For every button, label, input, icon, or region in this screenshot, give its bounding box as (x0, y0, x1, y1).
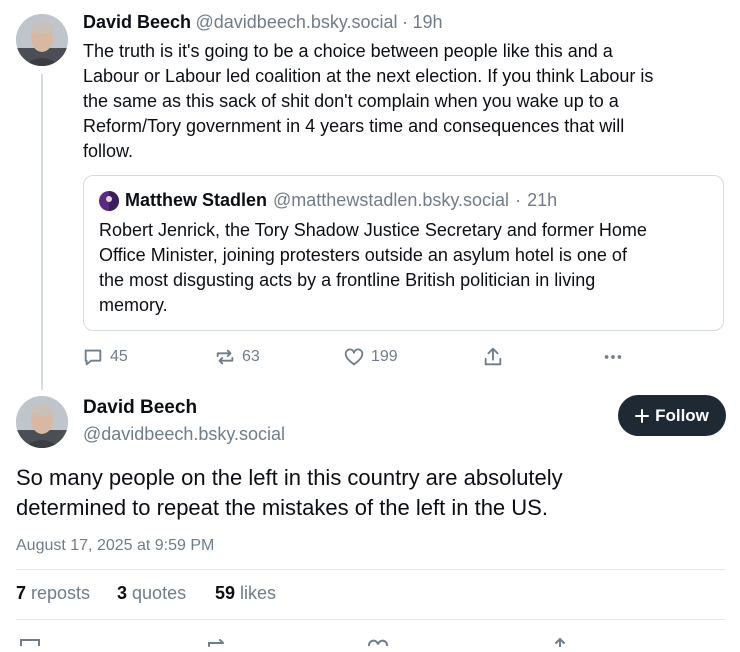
repost-icon (216, 349, 234, 365)
likes-stat[interactable]: 59 likes (215, 583, 276, 604)
likes-count: 59 (215, 583, 236, 603)
parent-author-name[interactable]: David Beech (83, 12, 191, 32)
text-line: So many people on the left in this count… (16, 465, 563, 490)
text-line: the most disgusting acts by a frontline … (99, 270, 596, 290)
repost-icon[interactable] (205, 634, 229, 652)
quotes-stat[interactable]: 3 quotes (117, 583, 186, 604)
thread-connector-line (41, 74, 43, 390)
text-line: Labour or Labour led coalition at the ne… (83, 66, 654, 86)
quote-header: Matthew Stadlen @matthewstadlen.bsky.soc… (99, 190, 557, 211)
divider (16, 569, 726, 570)
reply-count: 45 (110, 348, 128, 365)
text-line: determined to repeat the mistakes of the… (16, 495, 548, 520)
quote-author-name: Matthew Stadlen (125, 190, 268, 210)
text-line: memory. (99, 295, 168, 315)
main-author-name[interactable]: David Beech (83, 397, 197, 419)
reply-icon[interactable] (18, 634, 42, 652)
share-button[interactable] (482, 346, 504, 368)
quotes-count: 3 (117, 583, 128, 603)
parent-post-header: David Beech @davidbeech.bsky.social · 19… (83, 12, 443, 33)
like-button[interactable]: 199 (343, 346, 398, 368)
text-line: Reform/Tory government in 4 years time a… (83, 116, 625, 136)
parent-author-avatar[interactable] (16, 14, 68, 66)
like-count: 199 (371, 348, 398, 365)
post-timestamp[interactable]: August 17, 2025 at 9:59 PM (16, 537, 214, 555)
follow-button[interactable]: Follow (618, 395, 726, 436)
text-line: Robert Jenrick, the Tory Shadow Justice … (99, 220, 647, 240)
parent-post-text: The truth is it's going to be a choice b… (83, 39, 733, 164)
text-line: Office Minister, joining protesters outs… (99, 245, 627, 265)
share-icon (484, 347, 502, 366)
follow-label: Follow (655, 405, 709, 425)
parent-post-time[interactable]: 19h (412, 12, 442, 32)
likes-label: likes (240, 583, 277, 603)
divider (16, 619, 726, 620)
quote-time: 21h (527, 190, 558, 210)
reposts-stat[interactable]: 7 reposts (16, 583, 90, 604)
reply-icon (84, 349, 102, 366)
heart-icon[interactable] (366, 634, 390, 652)
reposts-label: reposts (31, 583, 91, 603)
quote-author-handle: @matthewstadlen.bsky.social (273, 190, 510, 210)
quote-separator: · (515, 190, 522, 210)
main-author-handle[interactable]: @davidbeech.bsky.social (83, 424, 285, 445)
main-author-avatar[interactable] (16, 396, 68, 448)
main-post-text: So many people on the left in this count… (16, 463, 726, 523)
parent-author-handle[interactable]: @davidbeech.bsky.social (196, 12, 398, 32)
share-icon[interactable] (548, 634, 572, 652)
quotes-label: quotes (132, 583, 187, 603)
repost-button[interactable]: 63 (214, 346, 260, 368)
avatar-photo (16, 14, 68, 66)
heart-icon (344, 348, 364, 366)
repost-count: 63 (242, 348, 260, 365)
quote-author-avatar (99, 190, 119, 211)
header-separator: · (402, 12, 408, 32)
ellipsis-icon (604, 355, 622, 359)
reposts-count: 7 (16, 583, 27, 603)
text-line: follow. (83, 141, 134, 161)
text-line: The truth is it's going to be a choice b… (83, 41, 613, 61)
quoted-post-card[interactable]: Matthew Stadlen @matthewstadlen.bsky.soc… (83, 175, 724, 331)
text-line: the same as this sack of shit don't comp… (83, 91, 619, 111)
reply-button[interactable]: 45 (82, 346, 128, 368)
quote-text: Robert Jenrick, the Tory Shadow Justice … (99, 218, 719, 318)
more-options-button[interactable] (602, 346, 624, 368)
avatar-photo (16, 396, 68, 448)
plus-icon (635, 408, 650, 423)
